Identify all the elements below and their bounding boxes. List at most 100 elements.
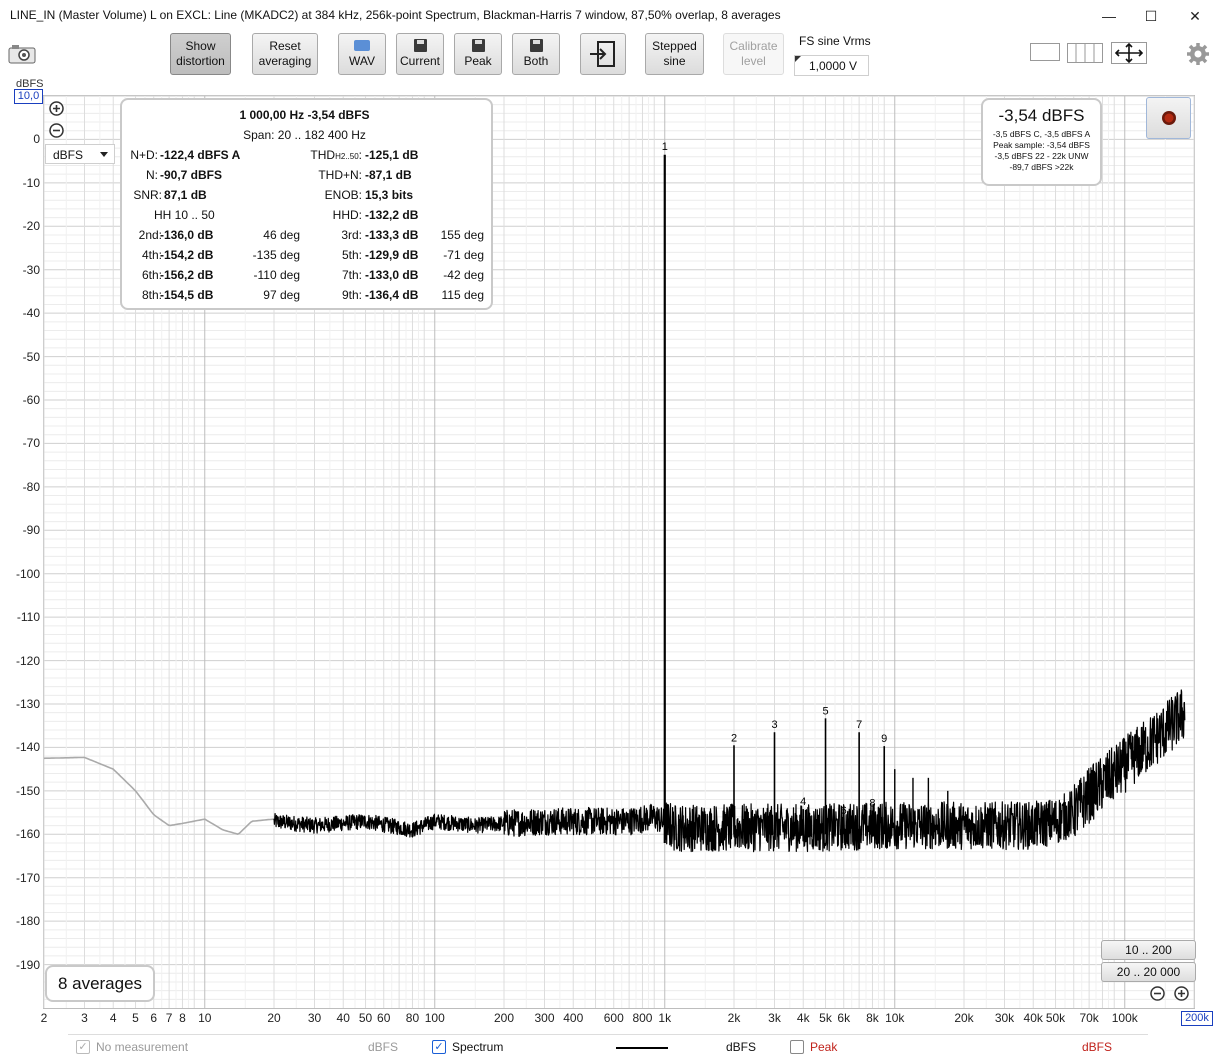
zoom-in-x-icon[interactable]	[1174, 986, 1189, 1001]
h5-value: -129,9 dB	[365, 248, 419, 262]
x-tick-label: 30	[307, 1011, 322, 1025]
y-tick-label: -110	[16, 610, 40, 625]
x-tick-label: 40	[336, 1011, 350, 1025]
h6-phase: -110 deg	[253, 268, 300, 282]
x-tick-label: 20k	[954, 1011, 974, 1025]
y-tick-label: -150	[15, 783, 40, 798]
y-tick-label: -120	[15, 653, 40, 668]
x-tick-label: 2k	[727, 1011, 741, 1025]
spectrum-checkbox[interactable]: ✓	[432, 1040, 446, 1054]
x-tick-label: 7	[165, 1011, 173, 1025]
thdn-value: -87,1 dB	[365, 168, 412, 182]
unit-select-value: dBFS	[53, 148, 84, 162]
no-measurement-checkbox[interactable]: ✓	[76, 1040, 90, 1054]
peak-unit: dBFS	[1082, 1040, 1113, 1054]
y-tick-label: -180	[15, 914, 40, 929]
h4-value: -154,2 dB	[160, 248, 214, 262]
x-tick-label: 3	[81, 1011, 88, 1025]
y-tick-label: -50	[22, 349, 40, 364]
spectrum-line-swatch	[616, 1047, 668, 1049]
x-end-value-box[interactable]: 200k	[1181, 1011, 1213, 1026]
h3-value: -133,3 dB	[365, 228, 419, 242]
h9-label: 9th:	[341, 288, 362, 302]
spectrum-unit: dBFS	[726, 1040, 757, 1054]
thd-label: THDH2..50:	[310, 148, 362, 162]
x-tick-label: 100	[424, 1011, 445, 1025]
h2-value: -136,0 dB	[160, 228, 214, 242]
h3-phase: 155 deg	[440, 228, 484, 242]
y-tick-label: -170	[15, 870, 40, 885]
legend-bar: ✓ No measurement dBFS ✓ Spectrum dBFS Pe…	[68, 1034, 1148, 1059]
level-line-4: -89,7 dBFS >22k	[1009, 162, 1074, 172]
thd-value: -125,1 dB	[365, 148, 419, 162]
record-button[interactable]	[1146, 97, 1191, 139]
y-tick-label: -40	[22, 306, 40, 321]
h3-label: 3rd:	[341, 228, 362, 242]
x-tick-label: 6k	[837, 1011, 851, 1025]
y-tick-label: -160	[15, 827, 40, 842]
h7-value: -133,0 dB	[365, 268, 419, 282]
x-tick-label: 3k	[768, 1011, 781, 1025]
fundamental-header: 1 000,00 Hz -3,54 dBFS	[239, 108, 370, 122]
level-line-2: Peak sample: -3,54 dBFS	[993, 140, 1090, 150]
hh-label: HH 10 .. 50	[154, 208, 215, 222]
h4-phase: -135 deg	[252, 248, 300, 262]
peak-checkbox[interactable]	[790, 1040, 804, 1054]
h6-label: 6th:	[141, 268, 162, 282]
level-main: -3,54 dBFS	[998, 106, 1085, 125]
zoom-out-y-icon[interactable]	[49, 123, 64, 138]
harmonic-label: 5	[822, 705, 828, 717]
zoom-in-y-icon[interactable]	[49, 101, 64, 116]
fundamental-label: 1	[662, 141, 668, 153]
snr-value: 87,1 dB	[164, 188, 207, 202]
x-tick-label: 6	[150, 1011, 158, 1025]
x-tick-label: 60	[377, 1011, 391, 1025]
chevron-down-icon	[100, 152, 108, 157]
nd-value: -122,4 dBFS A	[160, 148, 241, 162]
x-tick-label: 300	[534, 1011, 555, 1025]
harmonic-label: 2	[731, 732, 737, 744]
h4-label: 4th:	[141, 248, 162, 262]
enob-label: ENOB:	[324, 188, 362, 202]
y-tick-label: -70	[22, 436, 40, 451]
x-tick-label: 8k	[866, 1011, 879, 1025]
series-line-reference	[43, 756, 275, 835]
x-tick-label: 4k	[796, 1011, 810, 1025]
x-tick-label: 600	[603, 1011, 624, 1025]
h2-label: 2nd:	[138, 228, 162, 242]
y-tick-label: -140	[15, 740, 40, 755]
hhd-value: -132,2 dB	[365, 208, 419, 222]
h5-label: 5th:	[341, 248, 362, 262]
n-label: N:	[146, 168, 158, 182]
nd-label: N+D:	[130, 148, 158, 162]
snr-label: SNR:	[133, 188, 162, 202]
h2-phase: 46 deg	[263, 228, 300, 242]
series-line-spectrum	[273, 689, 1186, 853]
zoom-out-x-icon[interactable]	[1150, 986, 1165, 1001]
h7-phase: -42 deg	[443, 268, 484, 282]
range-10-200-button[interactable]: 10 .. 200	[1101, 940, 1196, 960]
level-line-1: -3,5 dBFS C, -3,5 dBFS A	[992, 129, 1091, 139]
averages-indicator: 8 averages	[45, 965, 155, 1002]
distortion-stats-panel: 1 000,00 Hz -3,54 dBFS Span: 20 .. 182 4…	[120, 98, 493, 310]
h8-phase: 97 deg	[263, 288, 300, 302]
x-tick-label: 100k	[1111, 1011, 1138, 1025]
x-tick-label: 50	[358, 1011, 373, 1025]
h8-label: 8th:	[141, 288, 162, 302]
level-line-3: -3,5 dBFS 22 - 22k UNW	[994, 151, 1089, 161]
no-measurement-unit: dBFS	[368, 1040, 399, 1054]
no-measurement-label: No measurement	[96, 1040, 189, 1054]
thdn-label: THD+N:	[318, 168, 362, 182]
x-tick-label: 5k	[819, 1011, 832, 1025]
range-20-20000-button[interactable]: 20 .. 20 000	[1101, 962, 1196, 982]
x-tick-label: 8	[179, 1011, 186, 1025]
x-tick-label: 80	[405, 1011, 420, 1025]
x-tick-label: 20	[267, 1011, 281, 1025]
unit-select[interactable]: dBFS	[45, 144, 115, 164]
span-text: Span: 20 .. 182 400 Hz	[243, 128, 366, 142]
x-tick-label: 5	[132, 1011, 139, 1025]
h9-phase: 115 deg	[441, 288, 485, 302]
x-tick-label: 30k	[994, 1011, 1015, 1025]
x-tick-label: 10k	[885, 1011, 905, 1025]
x-tick-label: 200	[493, 1011, 515, 1025]
